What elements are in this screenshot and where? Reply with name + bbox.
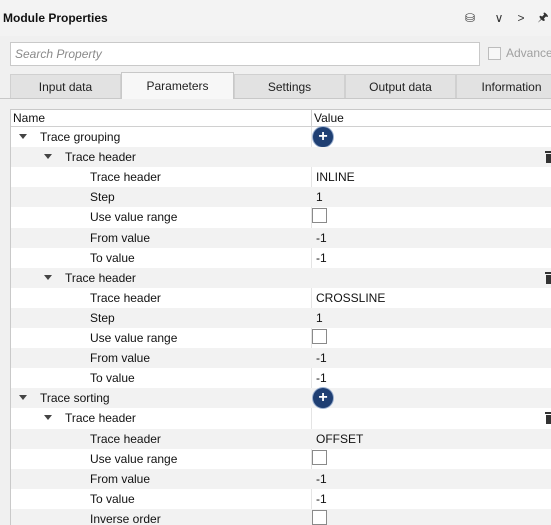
title-bar: Module Properties ⛁ ∨ > 🖈 bbox=[0, 0, 551, 36]
property-value[interactable]: 1 bbox=[316, 311, 323, 325]
property-name: To value bbox=[90, 492, 135, 506]
table-row[interactable]: To value -1 bbox=[11, 368, 551, 388]
advanced-toggle[interactable]: Advanced bbox=[488, 46, 551, 60]
table-row[interactable]: To value -1 bbox=[11, 248, 551, 268]
tab-information[interactable]: Information bbox=[456, 74, 551, 99]
table-row[interactable]: Step 1 bbox=[11, 308, 551, 328]
column-separator bbox=[311, 110, 312, 127]
tab-input-data[interactable]: Input data bbox=[10, 74, 121, 99]
property-value[interactable]: 1 bbox=[316, 190, 323, 204]
tab-bar: Input data Parameters Settings Output da… bbox=[0, 72, 551, 99]
table-row[interactable]: From value -1 bbox=[11, 228, 551, 248]
delete-icon[interactable] bbox=[545, 412, 551, 424]
delete-icon-body bbox=[546, 415, 551, 424]
table-row[interactable]: Trace header OFFSET bbox=[11, 429, 551, 449]
expand-arrow-icon[interactable] bbox=[44, 415, 52, 420]
chevron-right-icon[interactable]: > bbox=[513, 9, 529, 27]
property-name: To value bbox=[90, 371, 135, 385]
expand-arrow-icon[interactable] bbox=[44, 275, 52, 280]
property-name: Use value range bbox=[90, 210, 178, 224]
tab-divider bbox=[0, 98, 551, 99]
table-row[interactable]: From value -1 bbox=[11, 469, 551, 489]
value-checkbox[interactable] bbox=[312, 329, 327, 344]
column-header-name: Name bbox=[13, 111, 46, 125]
column-header-value: Value bbox=[314, 111, 344, 125]
delete-icon-body bbox=[546, 275, 551, 284]
property-name: Trace header bbox=[90, 432, 161, 446]
expand-arrow-icon[interactable] bbox=[44, 154, 52, 159]
property-value[interactable]: -1 bbox=[316, 371, 327, 385]
property-value[interactable]: CROSSLINE bbox=[316, 291, 385, 305]
table-row[interactable]: Trace header INLINE bbox=[11, 167, 551, 187]
property-name: Trace sorting bbox=[40, 391, 110, 405]
property-value[interactable]: -1 bbox=[316, 251, 327, 265]
property-name: Trace header bbox=[90, 291, 161, 305]
pin-icon[interactable]: 🖈 bbox=[535, 9, 551, 27]
property-name: To value bbox=[90, 251, 135, 265]
table-row[interactable]: Use value range bbox=[11, 207, 551, 227]
value-checkbox[interactable] bbox=[312, 208, 327, 223]
delete-icon[interactable] bbox=[545, 151, 551, 163]
table-row[interactable]: Trace sorting + bbox=[11, 388, 551, 408]
property-name: Step bbox=[90, 311, 115, 325]
property-name: From value bbox=[90, 351, 151, 365]
property-name: Trace header bbox=[65, 150, 136, 164]
database-icon[interactable]: ⛁ bbox=[462, 9, 478, 27]
property-name: Inverse order bbox=[90, 512, 161, 525]
value-checkbox[interactable] bbox=[312, 510, 327, 525]
property-value[interactable]: -1 bbox=[316, 231, 327, 245]
property-table: Name Value Trace grouping + Trace header Tr… bbox=[10, 109, 551, 525]
advanced-checkbox[interactable] bbox=[488, 46, 501, 60]
delete-icon-body bbox=[546, 154, 551, 163]
table-row[interactable]: From value -1 bbox=[11, 348, 551, 368]
table-row[interactable]: Trace header bbox=[11, 408, 551, 428]
delete-icon-lid bbox=[545, 151, 551, 153]
table-row[interactable]: Use value range bbox=[11, 449, 551, 469]
tab-parameters[interactable]: Parameters bbox=[121, 72, 234, 99]
chevron-down-icon[interactable]: ∨ bbox=[491, 9, 507, 27]
advanced-label: Advanced bbox=[506, 46, 551, 60]
property-value[interactable]: INLINE bbox=[316, 170, 355, 184]
property-name: Trace header bbox=[65, 271, 136, 285]
search-box bbox=[10, 42, 480, 66]
table-row[interactable]: Trace header CROSSLINE bbox=[11, 288, 551, 308]
table-row[interactable]: Trace header bbox=[11, 147, 551, 167]
table-header: Name Value bbox=[11, 110, 551, 127]
property-name: From value bbox=[90, 472, 151, 486]
delete-icon-lid bbox=[545, 412, 551, 414]
table-row[interactable]: Use value range bbox=[11, 328, 551, 348]
tab-output-data[interactable]: Output data bbox=[345, 74, 456, 99]
window-title: Module Properties bbox=[3, 11, 108, 25]
table-row[interactable]: To value -1 bbox=[11, 489, 551, 509]
property-name: Trace header bbox=[65, 411, 136, 425]
property-value[interactable]: -1 bbox=[316, 472, 327, 486]
tab-settings[interactable]: Settings bbox=[234, 74, 345, 99]
property-name: Trace grouping bbox=[40, 130, 121, 144]
delete-icon[interactable] bbox=[545, 272, 551, 284]
property-name: Use value range bbox=[90, 331, 178, 345]
table-row[interactable]: Step 1 bbox=[11, 187, 551, 207]
table-row[interactable]: Trace grouping + bbox=[11, 127, 551, 147]
property-value[interactable]: -1 bbox=[316, 351, 327, 365]
expand-arrow-icon[interactable] bbox=[19, 134, 27, 139]
property-value[interactable]: OFFSET bbox=[316, 432, 363, 446]
property-value[interactable]: -1 bbox=[316, 492, 327, 506]
expand-arrow-icon[interactable] bbox=[19, 395, 27, 400]
add-item-icon[interactable]: + bbox=[313, 127, 333, 147]
property-name: From value bbox=[90, 231, 151, 245]
table-row[interactable]: Trace header bbox=[11, 268, 551, 288]
property-name: Use value range bbox=[90, 452, 178, 466]
add-item-icon[interactable]: + bbox=[313, 388, 333, 408]
property-name: Step bbox=[90, 190, 115, 204]
search-input[interactable] bbox=[11, 43, 479, 65]
table-row[interactable]: Inverse order bbox=[11, 509, 551, 525]
property-name: Trace header bbox=[90, 170, 161, 184]
value-checkbox[interactable] bbox=[312, 450, 327, 465]
delete-icon-lid bbox=[545, 272, 551, 274]
